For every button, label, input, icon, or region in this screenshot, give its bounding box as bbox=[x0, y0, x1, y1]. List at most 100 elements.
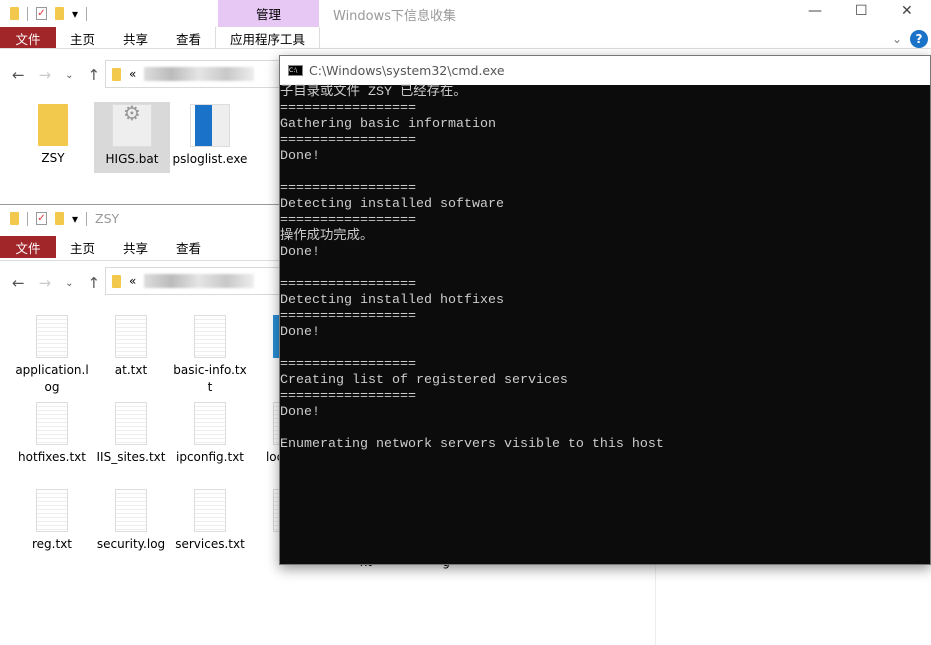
pane-divider bbox=[655, 565, 656, 645]
back-icon[interactable]: ← bbox=[12, 274, 25, 292]
tab-view[interactable]: 查看 bbox=[162, 27, 215, 49]
file-label: reg.txt bbox=[32, 537, 72, 551]
file-item[interactable]: ipconfig.txt bbox=[172, 402, 248, 466]
nav-buttons: ← → ⌄ ↑ bbox=[0, 268, 100, 298]
ribbon-tabs: 文件 主页 共享 查看 bbox=[0, 236, 215, 258]
customize-dropdown-icon[interactable]: ▾ bbox=[72, 7, 78, 21]
text-file-icon bbox=[36, 489, 68, 532]
cmd-title: C:\Windows\system32\cmd.exe bbox=[309, 63, 505, 78]
recent-icon[interactable]: ⌄ bbox=[65, 278, 73, 289]
address-bar[interactable]: « bbox=[105, 60, 280, 88]
context-tab-manage[interactable]: 管理 bbox=[218, 0, 319, 27]
text-file-icon bbox=[36, 402, 68, 445]
batch-file-icon: ⚙ bbox=[112, 103, 152, 147]
file-item[interactable]: hotfixes.txt bbox=[14, 402, 90, 466]
customize-dropdown-icon[interactable]: ▾ bbox=[72, 212, 78, 226]
tab-file[interactable]: 文件 bbox=[0, 236, 56, 258]
file-item[interactable]: ZSY bbox=[15, 104, 91, 167]
text-file-icon bbox=[194, 489, 226, 532]
file-label: HIGS.bat bbox=[105, 152, 159, 166]
window-title: ZSY bbox=[95, 211, 120, 226]
file-item[interactable]: services.txt bbox=[172, 489, 248, 553]
file-item[interactable]: security.log bbox=[93, 489, 169, 553]
console-line: ================= bbox=[280, 357, 416, 372]
cmd-title-bar[interactable]: C:\ C:\Windows\system32\cmd.exe bbox=[280, 56, 930, 85]
console-line: Gathering basic information bbox=[280, 117, 496, 132]
file-item[interactable]: at.txt bbox=[93, 315, 169, 379]
up-icon[interactable]: ↑ bbox=[88, 66, 101, 84]
folder-icon bbox=[112, 67, 121, 81]
ribbon-expand-icon[interactable]: ⌄ bbox=[892, 32, 902, 46]
file-label: ipconfig.txt bbox=[176, 450, 244, 464]
text-file-icon bbox=[194, 402, 226, 445]
tab-home[interactable]: 主页 bbox=[56, 27, 109, 49]
folder-icon bbox=[112, 274, 121, 288]
back-icon[interactable]: ← bbox=[12, 66, 25, 84]
file-item[interactable]: ⚙ HIGS.bat bbox=[94, 102, 170, 173]
up-icon[interactable]: ↑ bbox=[88, 274, 101, 292]
file-label: application.log bbox=[15, 363, 89, 394]
file-label: security.log bbox=[96, 537, 166, 551]
new-folder-icon[interactable] bbox=[55, 212, 64, 225]
file-label: at.txt bbox=[114, 363, 148, 377]
forward-icon[interactable]: → bbox=[39, 274, 52, 292]
console-line: 子目录或文件 ZSY 已经存在。 bbox=[280, 85, 467, 100]
blurred-path bbox=[144, 274, 255, 288]
file-label: IIS_sites.txt bbox=[96, 450, 166, 464]
recent-icon[interactable]: ⌄ bbox=[65, 70, 73, 81]
console-line: ================= bbox=[280, 213, 416, 228]
tab-view[interactable]: 查看 bbox=[162, 236, 215, 258]
file-item[interactable]: psloglist.exe bbox=[172, 104, 248, 168]
nav-buttons: ← → ⌄ ↑ bbox=[0, 60, 100, 90]
text-file-icon bbox=[115, 402, 147, 445]
tab-share[interactable]: 共享 bbox=[109, 27, 162, 49]
text-file-icon bbox=[194, 315, 226, 358]
folder-icon[interactable] bbox=[10, 212, 19, 225]
tab-file[interactable]: 文件 bbox=[0, 27, 56, 49]
console-line: 操作成功完成。 bbox=[280, 229, 374, 244]
console-line: Done! bbox=[280, 325, 320, 340]
window-title: Windows下信息收集 bbox=[333, 9, 457, 24]
console-output[interactable]: 子目录或文件 ZSY 已经存在。 ================= Gatheri… bbox=[280, 85, 930, 453]
file-label: hotfixes.txt bbox=[18, 450, 86, 464]
file-item[interactable]: IIS_sites.txt bbox=[93, 402, 169, 466]
console-line: ================= bbox=[280, 277, 416, 292]
properties-icon[interactable]: ✓ bbox=[36, 212, 47, 225]
maximize-button[interactable]: ☐ bbox=[855, 3, 868, 19]
file-item[interactable]: application.log bbox=[14, 315, 90, 396]
text-file-icon bbox=[36, 315, 68, 358]
forward-icon[interactable]: → bbox=[39, 66, 52, 84]
text-file-icon bbox=[115, 489, 147, 532]
console-line: Done! bbox=[280, 405, 320, 420]
close-button[interactable]: ✕ bbox=[901, 3, 913, 19]
folder-icon[interactable] bbox=[10, 7, 19, 20]
console-line: ================= bbox=[280, 309, 416, 324]
console-line: ================= bbox=[280, 101, 416, 116]
breadcrumb-overflow[interactable]: « bbox=[129, 274, 136, 288]
console-line: Detecting installed software bbox=[280, 197, 504, 212]
text-file-icon bbox=[115, 315, 147, 358]
executable-icon bbox=[190, 104, 230, 147]
file-item[interactable]: reg.txt bbox=[14, 489, 90, 553]
cmd-window[interactable]: C:\ C:\Windows\system32\cmd.exe 子目录或文件 Z… bbox=[279, 55, 931, 565]
minimize-button[interactable]: — bbox=[808, 3, 822, 19]
tab-app-tools[interactable]: 应用程序工具 bbox=[215, 27, 321, 49]
console-line: ================= bbox=[280, 181, 416, 196]
tab-home[interactable]: 主页 bbox=[56, 236, 109, 258]
file-item[interactable]: basic-info.txt bbox=[172, 315, 248, 396]
breadcrumb-overflow[interactable]: « bbox=[129, 67, 136, 81]
help-icon[interactable]: ? bbox=[910, 30, 928, 48]
tab-share[interactable]: 共享 bbox=[109, 236, 162, 258]
folder-icon bbox=[38, 104, 68, 146]
address-bar[interactable]: « bbox=[105, 267, 280, 295]
ribbon-tabs: 文件 主页 共享 查看 应用程序工具 bbox=[0, 27, 321, 49]
new-folder-icon[interactable] bbox=[55, 7, 64, 20]
console-line: Done! bbox=[280, 245, 320, 260]
file-label: services.txt bbox=[175, 537, 245, 551]
properties-icon[interactable]: ✓ bbox=[36, 7, 47, 20]
console-line: Creating list of registered services bbox=[280, 373, 568, 388]
